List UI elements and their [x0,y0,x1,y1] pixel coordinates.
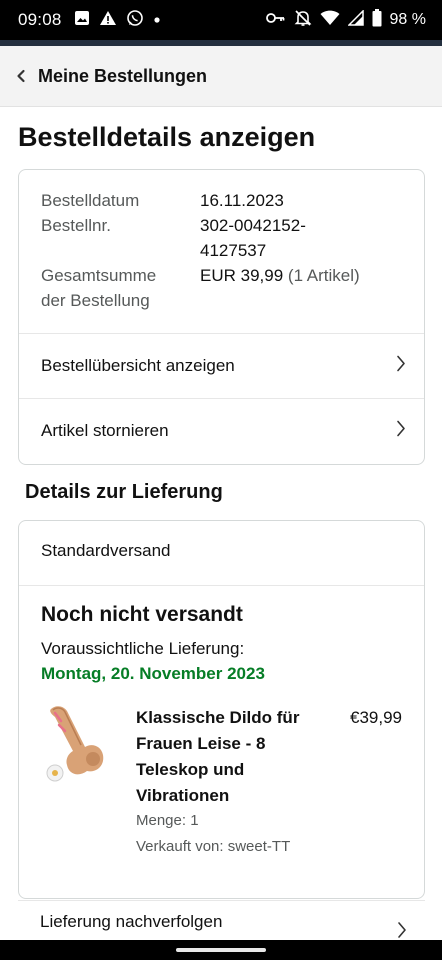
whatsapp-icon [126,9,144,32]
image-icon [74,10,90,31]
dot-icon [153,11,161,29]
order-date-value: 16.11.2023 [200,191,284,210]
order-info-grid: Bestelldatum 16.11.2023 Bestellnr. 302-0… [41,188,410,313]
status-left-icons [74,9,161,32]
delivery-card: Standardversand Noch nicht versandt Vora… [18,520,425,899]
order-number-part-2: 4127537 [200,241,267,260]
chevron-left-icon[interactable] [16,69,30,83]
product-title[interactable]: Klassische Dildo für Frauen Leise - 8 Te… [136,705,326,809]
status-time: 09:08 [18,10,62,29]
key-icon [265,11,286,30]
order-total-label: Gesamtsumme der Bestellung [41,263,200,313]
chevron-right-icon [396,355,406,378]
order-item-count: (1 Artikel) [287,266,360,285]
product-price: €39,99 [350,708,402,727]
order-total-label-line-1: Gesamtsumme [41,266,157,285]
home-gesture-handle[interactable] [176,948,266,952]
track-delivery-label[interactable]: Lieferung nachverfolgen [40,912,222,932]
back-link-label[interactable]: Meine Bestellungen [38,66,207,87]
order-number-value: 302-0042152- 4127537 [200,213,410,263]
order-total-row: Gesamtsumme der Bestellung EUR 39,99 (1 … [41,263,410,313]
cancel-items-label[interactable]: Artikel stornieren [41,421,169,441]
shipping-method: Standardversand [41,541,171,560]
signal-icon [346,8,364,31]
order-number-part-1: 302-0042152- [200,216,306,235]
back-navigation[interactable]: Meine Bestellungen [0,46,442,107]
expected-delivery-date: Montag, 20. November 2023 [41,664,265,683]
bell-off-icon [294,9,312,32]
product-quantity: Menge: 1 [136,812,199,829]
order-date-label: Bestelldatum [41,191,140,210]
order-total-label-line-2: der Bestellung [41,291,150,310]
battery-icon [372,8,382,32]
order-total-amount: EUR 39,99 [200,266,284,285]
divider [19,585,424,586]
order-number-label: Bestellnr. [41,216,111,235]
wifi-icon [320,10,340,31]
order-date-row: Bestelldatum 16.11.2023 [41,188,410,213]
chevron-right-icon [396,420,406,443]
status-bar: 09:08 98 % [0,0,442,40]
view-order-summary-link[interactable]: Bestellübersicht anzeigen [19,333,424,398]
status-right-icons: 98 % [265,8,426,32]
order-summary-card: Bestelldatum 16.11.2023 Bestellnr. 302-0… [18,169,425,465]
page-title: Bestelldetails anzeigen [18,122,316,152]
view-order-summary-label[interactable]: Bestellübersicht anzeigen [41,356,235,376]
delivery-section-title: Details zur Lieferung [25,481,223,503]
battery-percentage: 98 % [389,11,426,28]
warning-icon [99,10,117,31]
product-image[interactable] [41,701,125,787]
order-total-value: EUR 39,99 (1 Artikel) [200,263,410,313]
product-seller: Verkauft von: sweet-TT [136,838,291,855]
track-delivery-link[interactable]: Lieferung nachverfolgen [18,900,425,942]
order-number-row: Bestellnr. 302-0042152- 4127537 [41,213,410,263]
shipment-status: Noch nicht versandt [41,603,243,626]
cancel-items-link[interactable]: Artikel stornieren [19,398,424,463]
expected-delivery-label: Voraussichtliche Lieferung: [41,639,245,658]
chevron-right-icon [397,921,407,942]
